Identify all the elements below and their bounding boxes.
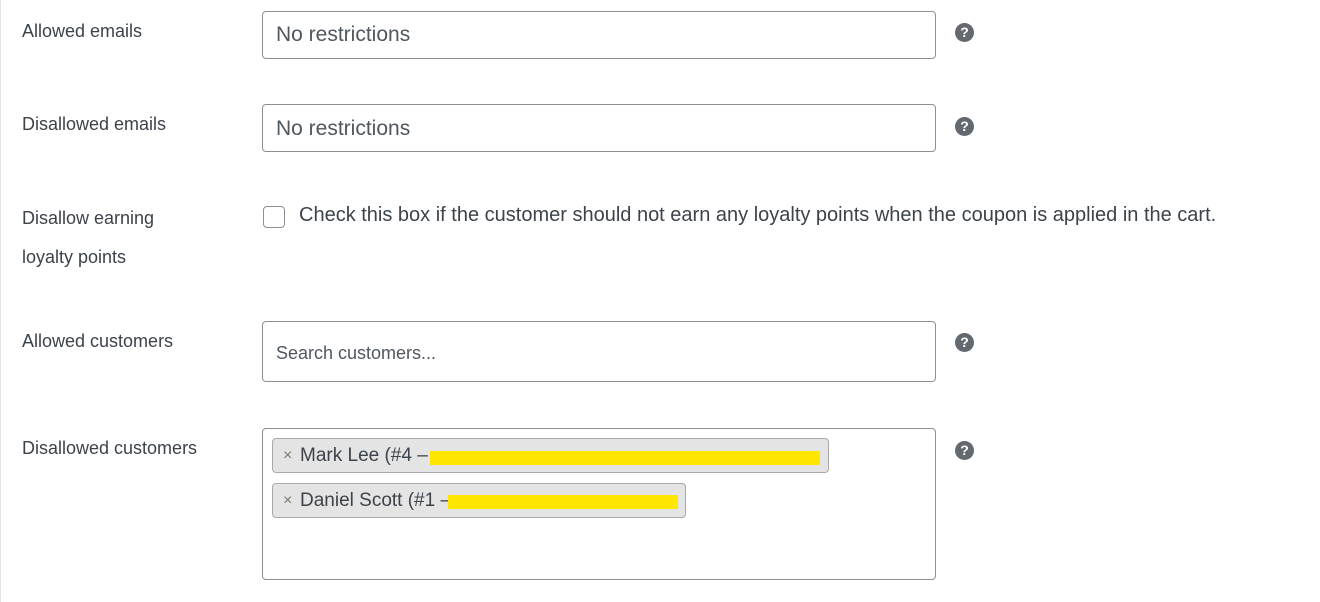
help-icon[interactable]: ?	[955, 23, 974, 42]
disallowed-emails-placeholder: No restrictions	[276, 117, 411, 140]
disallow-loyalty-description: Check this box if the customer should no…	[299, 204, 1217, 226]
allowed-customers-label: Allowed customers	[22, 331, 174, 351]
customer-chip-label: Daniel Scott (#1 –	[300, 490, 452, 511]
disallow-loyalty-label-line2: loyalty points	[22, 247, 127, 267]
allowed-emails-placeholder: No restrictions	[276, 23, 411, 46]
disallow-loyalty-label-line1: Disallow earning	[22, 208, 155, 228]
disallowed-emails-input[interactable]: No restrictions	[262, 104, 936, 152]
help-icon[interactable]: ?	[955, 441, 974, 460]
redaction-mark	[448, 495, 678, 509]
remove-chip-icon[interactable]: ×	[283, 484, 292, 517]
customer-chip-label: Mark Lee (#4 –	[300, 445, 428, 466]
coupon-usage-restrictions-panel: Allowed emails No restrictions ? Disallo…	[0, 0, 1320, 602]
help-icon[interactable]: ?	[955, 117, 974, 136]
allowed-emails-label: Allowed emails	[22, 21, 143, 41]
allowed-customers-placeholder: Search customers...	[276, 343, 437, 363]
remove-chip-icon[interactable]: ×	[283, 439, 292, 472]
disallowed-customers-select[interactable]: × Mark Lee (#4 – × Daniel Scott (#1 –	[262, 428, 936, 580]
disallowed-customers-label: Disallowed customers	[22, 438, 198, 458]
allowed-emails-input[interactable]: No restrictions	[262, 11, 936, 59]
redaction-mark	[430, 451, 820, 465]
help-icon[interactable]: ?	[955, 333, 974, 352]
disallow-loyalty-checkbox[interactable]	[263, 206, 285, 228]
disallowed-emails-label: Disallowed emails	[22, 114, 167, 134]
customer-chip: × Mark Lee (#4 –	[272, 438, 829, 473]
allowed-customers-search[interactable]: Search customers...	[262, 321, 936, 382]
customer-chip: × Daniel Scott (#1 –	[272, 483, 686, 518]
